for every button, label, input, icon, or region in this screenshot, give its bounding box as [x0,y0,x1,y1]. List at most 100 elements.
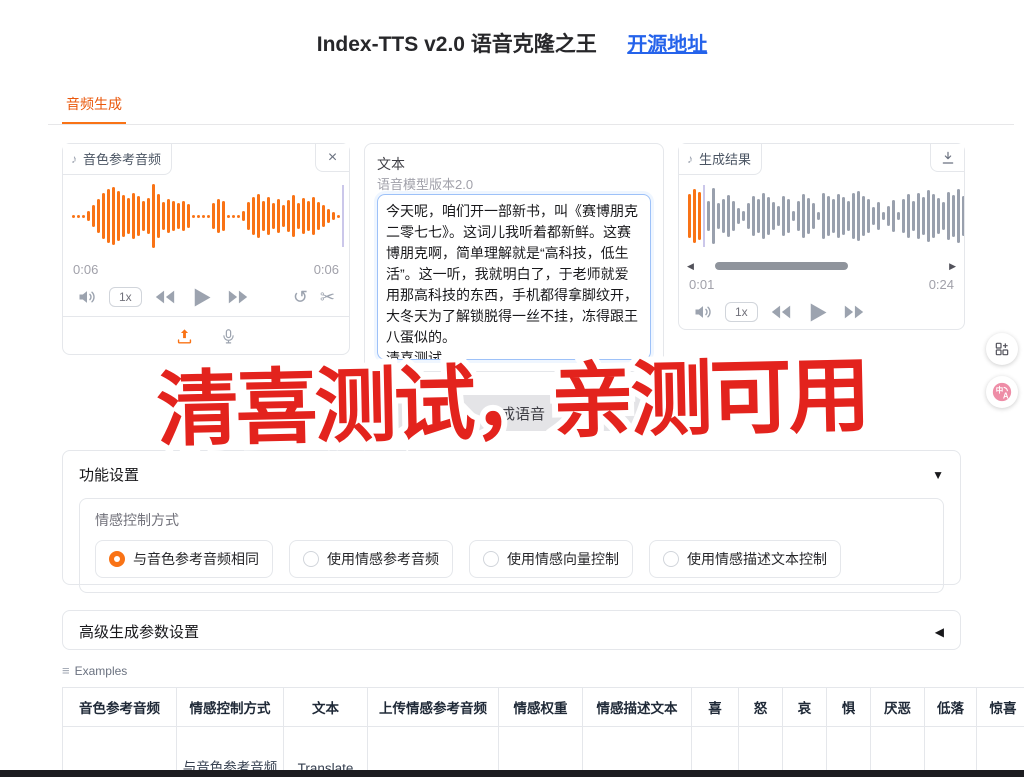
waveform-bar [102,193,105,239]
waveform-bar [757,199,760,233]
waveform-bar [952,195,955,237]
waveform-bar [727,195,730,237]
translate-button[interactable]: 中A [986,376,1018,408]
emotion-option-label: 使用情感描述文本控制 [687,549,827,569]
page-title: Index-TTS v2.0 语音克隆之王 [317,28,597,58]
function-settings-header[interactable]: 功能设置 ▼ [63,451,960,498]
waveform-bar [752,196,755,236]
waveform-bar [277,199,280,233]
scroll-left-icon[interactable]: ◀ [687,261,694,272]
waveform-bar [962,196,964,236]
text-card: 文本 语音模型版本2.0 今天呢，咱们开一部新书，叫《赛博朋克二零七七》。这词儿… [364,143,664,372]
upload-icon[interactable] [175,327,194,346]
waveform-bar [257,194,260,238]
playback-speed-button[interactable]: 1x [725,302,758,322]
tab-audio-generation[interactable]: 音频生成 [62,88,126,124]
advanced-settings-header[interactable]: 高级生成参数设置 ◀ [63,611,960,652]
waveform-bar [252,197,255,235]
generate-speech-button[interactable]: 生成语音 [365,395,665,431]
waveform-bar [837,194,840,238]
waveform-bar [82,215,85,218]
waveform-bar [212,203,215,229]
waveform-bar [117,191,120,241]
widget-menu-button[interactable] [986,333,1018,365]
waveform-bar [917,193,920,239]
reference-audio-label-chip: ♪ 音色参考音频 [63,144,172,175]
examples-label: Examples [75,664,128,678]
waveform-bar [812,203,815,229]
waveform-bar [77,215,80,218]
menu-icon: ≡ [62,663,70,678]
clear-audio-button[interactable]: × [315,144,349,172]
download-button[interactable] [930,144,964,172]
rewind-icon[interactable] [154,286,176,308]
examples-column-header: 怒 [739,688,783,727]
emotion-radio-option[interactable]: 使用情感向量控制 [469,540,633,578]
scroll-right-icon[interactable]: ▶ [949,261,956,272]
waveform-bar [217,199,220,233]
rewind-icon[interactable] [770,301,792,323]
result-waveform[interactable] [679,174,964,258]
waveform-bar [172,201,175,231]
microphone-icon[interactable] [220,328,237,345]
reference-controls: 1x ↺ ✂ [63,280,349,314]
trim-scissors-icon[interactable]: ✂ [320,288,335,306]
text-input[interactable]: 今天呢，咱们开一部新书，叫《赛博朋克二零七七》。这词儿我听着都新鲜。这赛博朋克啊… [377,194,651,360]
play-icon[interactable] [188,284,215,311]
waveform-bar [112,187,115,245]
waveform-bar [177,203,180,229]
waveform-bar [317,202,320,230]
emotion-option-label: 使用情感向量控制 [507,549,619,569]
emotion-radio-option[interactable]: 使用情感描述文本控制 [649,540,841,578]
waveform-bar [227,215,230,218]
waveform-bar [927,190,930,242]
emotion-option-label: 使用情感参考音频 [327,549,439,569]
volume-icon[interactable] [693,302,713,322]
waveform-bar [97,199,100,233]
waveform-bar [222,201,225,231]
reference-audio-label: 音色参考音频 [83,149,161,168]
waveform-bar [207,215,210,218]
waveform-bar [907,194,910,238]
play-icon[interactable] [804,299,831,326]
scrollbar-thumb[interactable] [715,262,849,270]
reference-audio-card: ♪ 音色参考音频 × 0:06 0:06 1x [62,143,350,355]
waveform-bar [862,196,865,236]
fast-forward-icon[interactable] [227,286,249,308]
waveform-bar [332,212,335,220]
playback-speed-button[interactable]: 1x [109,287,142,307]
waveform-bar [337,215,340,218]
scrollbar-track[interactable] [700,261,943,271]
svg-text:A: A [1003,391,1009,400]
examples-column-header: 情感控制方式 [177,688,284,727]
waveform-bar [747,203,750,229]
waveform-bar [302,198,305,234]
undo-trim-icon[interactable]: ↺ [293,288,308,306]
reference-waveform[interactable] [63,174,349,258]
result-time-current: 0:01 [689,277,714,292]
text-label: 文本 [377,154,651,174]
reference-audio-header: ♪ 音色参考音频 × [63,144,349,174]
waveform-bar [232,215,235,218]
advanced-settings-title: 高级生成参数设置 [79,621,199,642]
waveform-bar [262,201,265,231]
emotion-options: 与音色参考音频相同 使用情感参考音频 使用情感向量控制 使用情感描述文本控制 [95,540,928,578]
waveform-bar [722,199,725,233]
waveform-bar [152,184,155,248]
music-note-icon: ♪ [687,152,693,166]
examples-column-header: 音色参考音频 [63,688,177,727]
waveform-bar [847,201,850,231]
waveform-bar [297,203,300,229]
main-content: ♪ 音色参考音频 × 0:06 0:06 1x [62,143,965,372]
volume-icon[interactable] [77,287,97,307]
emotion-option-label: 与音色参考音频相同 [133,549,259,569]
fast-forward-icon[interactable] [843,301,865,323]
waveform-bar [187,204,190,228]
emotion-radio-option[interactable]: 与音色参考音频相同 [95,540,273,578]
open-source-link[interactable]: 开源地址 [627,28,707,57]
waveform-bar [157,194,160,238]
emotion-radio-option[interactable]: 使用情感参考音频 [289,540,453,578]
examples-label-row: ≡ Examples [62,663,127,678]
waveform-bar [142,201,145,231]
waveform-bar [872,207,875,225]
